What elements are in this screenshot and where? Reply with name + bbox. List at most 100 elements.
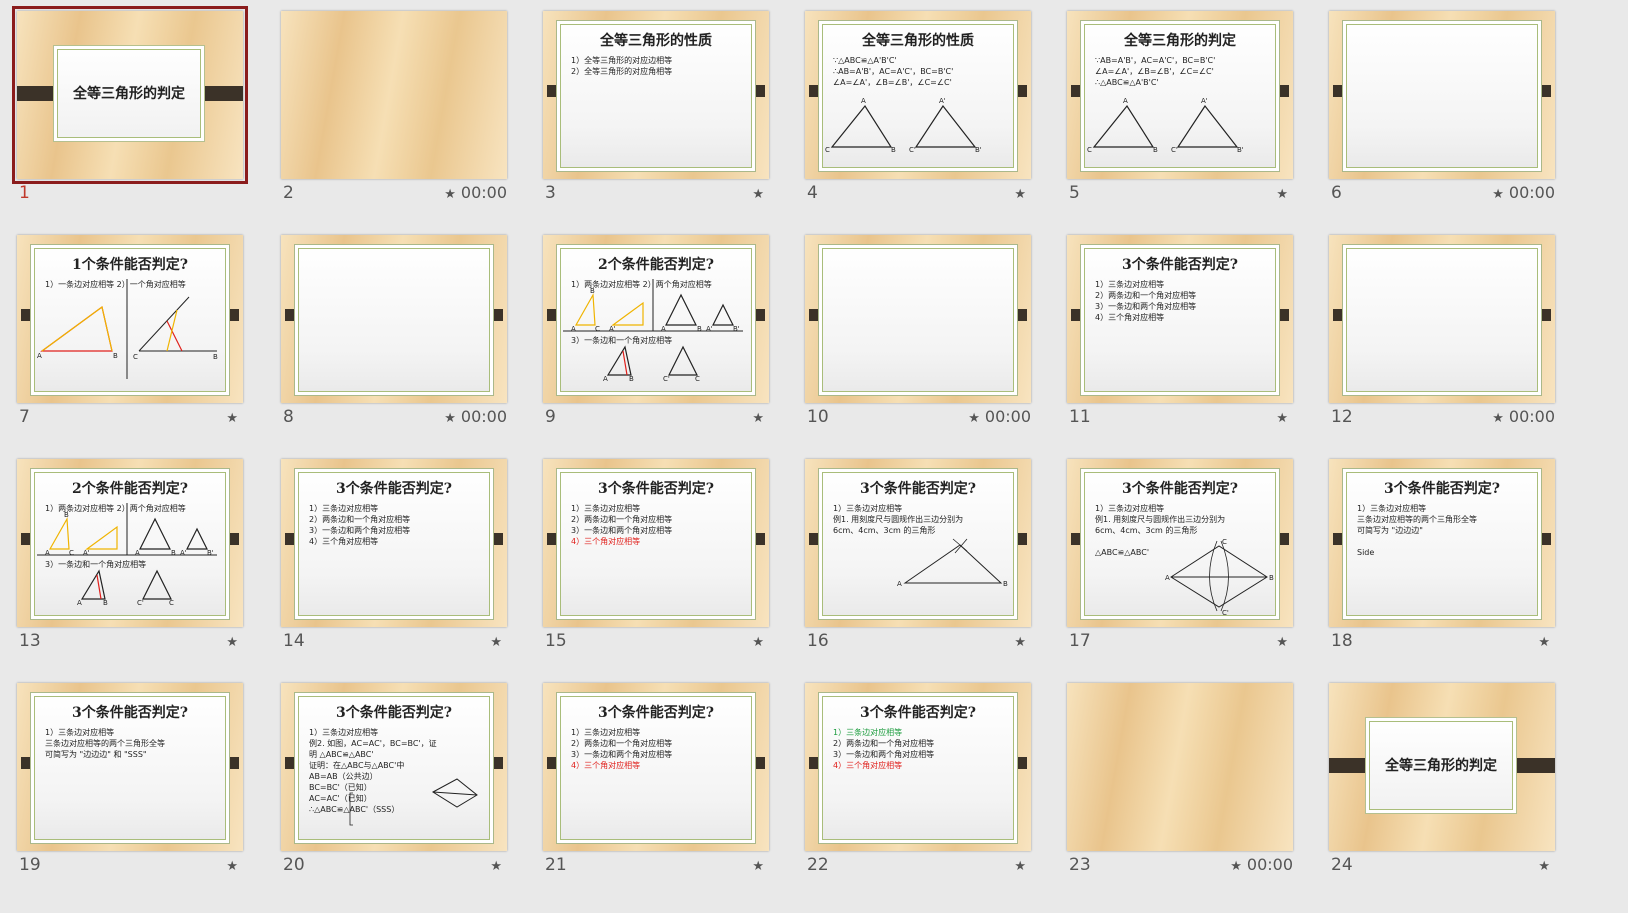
body-line: 三条边对应相等的两个三角形全等 — [45, 739, 165, 748]
vertex-label: B — [1269, 574, 1274, 582]
slide-preview[interactable]: 3个条件能否判定? 1）三条边对应相等 例2. 如图，AC=AC'，BC=BC'，… — [281, 683, 507, 851]
slide-transition-info: ★ — [226, 407, 243, 426]
slide-transition-info: ★ — [1014, 183, 1031, 202]
slide-number: 22 — [807, 855, 829, 875]
animation-star-icon[interactable]: ★ — [490, 859, 502, 874]
slide-thumbnail-23[interactable]: 23 ★ 00:00 — [1067, 683, 1293, 879]
slide-title: 3个条件能否判定? — [598, 705, 714, 721]
slide-preview[interactable] — [281, 11, 507, 179]
animation-star-icon[interactable]: ★ — [444, 411, 456, 426]
slide-preview[interactable]: 2个条件能否判定? 1）两条边对应相等 2）两个角对应相等 3）一条边和一个角对应相… — [17, 459, 243, 627]
slide-number: 3 — [545, 183, 556, 203]
slide-preview[interactable]: 全等三角形的判定 ∵AB=A'B'，AC=A'C'，BC=B'C' ∠A=∠A'，… — [1067, 11, 1293, 179]
vertex-label: A — [571, 325, 576, 333]
slide-number: 14 — [283, 631, 305, 651]
slide-preview[interactable]: 全等三角形的判定 — [1329, 683, 1555, 851]
animation-star-icon[interactable]: ★ — [1492, 187, 1504, 202]
slide-preview[interactable]: 3个条件能否判定? 1）三条边对应相等 2）两条边和一个角对应相等 3）一条边和两个角… — [805, 683, 1031, 851]
slide-thumbnail-5[interactable]: 全等三角形的判定 ∵AB=A'B'，AC=A'C'，BC=B'C' ∠A=∠A'，… — [1067, 11, 1293, 207]
animation-star-icon[interactable]: ★ — [1276, 411, 1288, 426]
slide-thumbnail-22[interactable]: 3个条件能否判定? 1）三条边对应相等 2）两条边和一个角对应相等 3）一条边和两个角… — [805, 683, 1031, 879]
slide-preview[interactable]: 3个条件能否判定? 1）三条边对应相等 三条边对应相等的两个三角形全等 可简写为 … — [17, 683, 243, 851]
slide-thumbnail-13[interactable]: 2个条件能否判定? 1）两条边对应相等 2）两个角对应相等 3）一条边和一个角对应相… — [17, 459, 243, 655]
slide-thumbnail-10[interactable]: 10 ★ 00:00 — [805, 235, 1031, 431]
animation-star-icon[interactable]: ★ — [752, 859, 764, 874]
slide-thumbnail-20[interactable]: 3个条件能否判定? 1）三条边对应相等 例2. 如图，AC=AC'，BC=BC'，… — [281, 683, 507, 879]
slide-thumbnail-17[interactable]: 3个条件能否判定? 1）三条边对应相等 例1. 用刻度尺与圆规作出三边分别为 6c… — [1067, 459, 1293, 655]
title-box: 全等三角形的判定 — [53, 45, 205, 142]
slide-thumbnail-4[interactable]: 全等三角形的性质 ∵△ABC≌△A'B'C' ∴AB=A'B'，AC=A'C'，BC… — [805, 11, 1031, 207]
slide-thumbnail-3[interactable]: 全等三角形的性质 1）全等三角形的对应边相等 2）全等三角形的对应角相等 3 ★ — [543, 11, 769, 207]
slide-preview[interactable] — [1329, 11, 1555, 179]
animation-star-icon[interactable]: ★ — [1014, 187, 1026, 202]
animation-star-icon[interactable]: ★ — [752, 635, 764, 650]
slide-preview[interactable]: 3个条件能否判定? 1）三条边对应相等 例1. 用刻度尺与圆规作出三边分别为 6c… — [805, 459, 1031, 627]
slide-title: 3个条件能否判定? — [336, 481, 452, 497]
triangle-shape — [665, 293, 697, 326]
slide-transition-info: ★ — [752, 407, 769, 426]
slide-thumbnail-16[interactable]: 3个条件能否判定? 1）三条边对应相等 例1. 用刻度尺与圆规作出三边分别为 6c… — [805, 459, 1031, 655]
slide-thumbnail-8[interactable]: 8 ★ 00:00 — [281, 235, 507, 431]
slide-preview[interactable]: 2个条件能否判定? 1）两条边对应相等 2）两个角对应相等 3）一条边和一个角对应相… — [543, 235, 769, 403]
slide-thumbnail-24[interactable]: 全等三角形的判定 24 ★ — [1329, 683, 1555, 879]
animation-star-icon[interactable]: ★ — [1230, 859, 1242, 874]
body-line: 3）一条边和两个角对应相等 — [833, 750, 935, 759]
slide-number: 12 — [1331, 407, 1353, 427]
animation-star-icon[interactable]: ★ — [1538, 859, 1550, 874]
slide-preview[interactable]: 3个条件能否判定? 1）三条边对应相等 例1. 用刻度尺与圆规作出三边分别为 6c… — [1067, 459, 1293, 627]
animation-star-icon[interactable]: ★ — [968, 411, 980, 426]
slide-preview[interactable] — [281, 235, 507, 403]
body-line: 2）两条边和一个角对应相等 — [1095, 291, 1197, 300]
vertex-label: A — [37, 352, 42, 360]
animation-star-icon[interactable]: ★ — [1014, 635, 1026, 650]
slide-body-text: 1）三条边对应相等 三条边对应相等的两个三角形全等 可简写为 "边边边" Sid… — [1357, 503, 1535, 558]
slide-thumbnail-11[interactable]: 3个条件能否判定? 1）三条边对应相等 2）两条边和一个角对应相等 3）一条边和两个角… — [1067, 235, 1293, 431]
animation-star-icon[interactable]: ★ — [490, 635, 502, 650]
animation-star-icon[interactable]: ★ — [1276, 187, 1288, 202]
animation-star-icon[interactable]: ★ — [1014, 859, 1026, 874]
slide-preview[interactable]: 全等三角形的性质 1）全等三角形的对应边相等 2）全等三角形的对应角相等 — [543, 11, 769, 179]
vertex-label: A' — [706, 325, 713, 333]
constructed-triangle — [903, 544, 1003, 584]
slide-figure: A B C C' — [1165, 538, 1274, 617]
triangle-shape — [186, 527, 208, 550]
content-frame — [1342, 20, 1542, 172]
slide-preview[interactable]: 3个条件能否判定? 1）三条边对应相等 三条边对应相等的两个三角形全等 可简写为 … — [1329, 459, 1555, 627]
animation-star-icon[interactable]: ★ — [1538, 635, 1550, 650]
slide-number: 5 — [1069, 183, 1080, 203]
slide-thumbnail-18[interactable]: 3个条件能否判定? 1）三条边对应相等 三条边对应相等的两个三角形全等 可简写为 … — [1329, 459, 1555, 655]
slide-preview[interactable] — [805, 235, 1031, 403]
animation-star-icon[interactable]: ★ — [226, 859, 238, 874]
animation-star-icon[interactable]: ★ — [1492, 411, 1504, 426]
slide-preview[interactable] — [1067, 683, 1293, 851]
slide-preview[interactable]: 3个条件能否判定? 1）三条边对应相等 2）两条边和一个角对应相等 3）一条边和两个角… — [281, 459, 507, 627]
triangle-shape — [830, 104, 893, 148]
slide-number: 24 — [1331, 855, 1353, 875]
slide-preview[interactable]: 3个条件能否判定? 1）三条边对应相等 2）两条边和一个角对应相等 3）一条边和两个角… — [1067, 235, 1293, 403]
slide-preview[interactable]: 3个条件能否判定? 1）三条边对应相等 2）两条边和一个角对应相等 3）一条边和两个角… — [543, 459, 769, 627]
slide-preview[interactable]: 1个条件能否判定? 1）一条边对应相等 2）一个角对应相等 A B C B — [17, 235, 243, 403]
slide-thumbnail-14[interactable]: 3个条件能否判定? 1）三条边对应相等 2）两条边和一个角对应相等 3）一条边和两个角… — [281, 459, 507, 655]
slide-preview[interactable]: 全等三角形的判定 — [12, 6, 248, 184]
animation-star-icon[interactable]: ★ — [444, 187, 456, 202]
body-line: 三条边对应相等的两个三角形全等 — [1357, 515, 1477, 524]
slide-preview[interactable]: 3个条件能否判定? 1）三条边对应相等 2）两条边和一个角对应相等 3）一条边和两个角… — [543, 683, 769, 851]
slide-thumbnail-19[interactable]: 3个条件能否判定? 1）三条边对应相等 三条边对应相等的两个三角形全等 可简写为 … — [17, 683, 243, 879]
slide-thumbnail-2[interactable]: 2 ★ 00:00 — [281, 11, 507, 207]
slide-preview[interactable]: 全等三角形的性质 ∵△ABC≌△A'B'C' ∴AB=A'B'，AC=A'C'，BC… — [805, 11, 1031, 179]
slide-thumbnail-7[interactable]: 1个条件能否判定? 1）一条边对应相等 2）一个角对应相等 A B C B 7 ★ — [17, 235, 243, 431]
animation-star-icon[interactable]: ★ — [752, 187, 764, 202]
body-line: 2）两条边和一个角对应相等 — [309, 515, 411, 524]
slide-thumbnail-9[interactable]: 2个条件能否判定? 1）两条边对应相等 2）两个角对应相等 3）一条边和一个角对应相… — [543, 235, 769, 431]
slide-thumbnail-15[interactable]: 3个条件能否判定? 1）三条边对应相等 2）两条边和一个角对应相等 3）一条边和两个角… — [543, 459, 769, 655]
slide-thumbnail-6[interactable]: 6 ★ 00:00 — [1329, 11, 1555, 207]
slide-thumbnail-1[interactable]: 全等三角形的判定 1 — [12, 6, 248, 207]
animation-star-icon[interactable]: ★ — [1276, 635, 1288, 650]
slide-thumbnail-12[interactable]: 12 ★ 00:00 — [1329, 235, 1555, 431]
slide-thumbnail-21[interactable]: 3个条件能否判定? 1）三条边对应相等 2）两条边和一个角对应相等 3）一条边和两个角… — [543, 683, 769, 879]
animation-star-icon[interactable]: ★ — [752, 411, 764, 426]
slide-figure: A B C A' A B A' B' A B C' C — [37, 503, 217, 607]
slide-preview[interactable] — [1329, 235, 1555, 403]
animation-star-icon[interactable]: ★ — [226, 411, 238, 426]
animation-star-icon[interactable]: ★ — [226, 635, 238, 650]
